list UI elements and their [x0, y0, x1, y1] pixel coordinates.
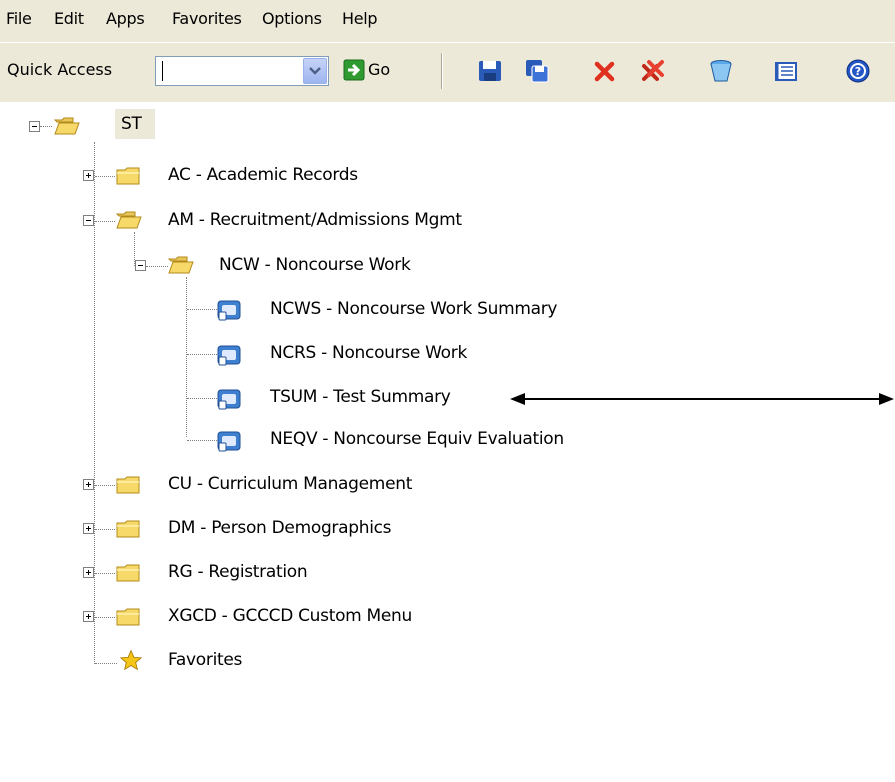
delete-icon[interactable]: [592, 58, 618, 84]
navigation-tree: ST AC - Academic Records AM - Recruitmen…: [0, 102, 895, 782]
tree-node-dm[interactable]: DM - Person Demographics: [168, 518, 392, 538]
clear-icon[interactable]: [708, 58, 734, 84]
chevron-down-icon: [309, 67, 321, 75]
text-caret: [162, 61, 163, 81]
list-view-icon[interactable]: [773, 58, 799, 84]
tree-node-ncw[interactable]: NCW - Noncourse Work: [219, 255, 411, 275]
quick-access-label: Quick Access: [7, 60, 113, 79]
menu-options[interactable]: Options: [262, 9, 322, 28]
save-icon[interactable]: [477, 58, 503, 84]
delete-all-icon[interactable]: [640, 58, 666, 84]
tree-node-am[interactable]: AM - Recruitment/Admissions Mgmt: [168, 210, 462, 230]
toolbar: Quick Access Go ?: [0, 42, 895, 102]
folder-icon: [116, 167, 140, 185]
quick-access-dropdown-button[interactable]: [303, 58, 327, 84]
open-folder-icon: [115, 211, 142, 229]
collapse-toggle[interactable]: [83, 215, 94, 226]
form-icon: [217, 431, 241, 452]
folder-icon: [116, 608, 140, 626]
menu-file[interactable]: File: [6, 9, 32, 28]
collapse-toggle[interactable]: [29, 121, 40, 132]
tree-node-xgcd[interactable]: XGCD - GCCCD Custom Menu: [168, 606, 412, 626]
open-folder-icon: [53, 117, 80, 135]
tree-node-ncws[interactable]: NCWS - Noncourse Work Summary: [270, 299, 557, 319]
go-label: Go: [368, 60, 391, 79]
expand-toggle[interactable]: [83, 523, 94, 534]
form-icon: [217, 345, 241, 366]
expand-toggle[interactable]: [83, 611, 94, 622]
menu-favorites[interactable]: Favorites: [172, 9, 242, 28]
expand-toggle[interactable]: [83, 170, 94, 181]
folder-icon: [116, 476, 140, 494]
form-icon: [217, 300, 241, 321]
open-folder-icon: [167, 256, 194, 274]
quick-access-input[interactable]: [155, 56, 329, 86]
tree-node-cu[interactable]: CU - Curriculum Management: [168, 474, 412, 494]
tree-node-ac[interactable]: AC - Academic Records: [168, 165, 358, 185]
menu-bar: File Edit Apps Favorites Options Help: [0, 0, 895, 42]
star-icon: [119, 649, 143, 671]
folder-icon: [116, 564, 140, 582]
tree-root-label[interactable]: ST: [121, 114, 142, 134]
collapse-toggle[interactable]: [135, 260, 146, 271]
go-arrow-icon: [343, 59, 365, 81]
expand-toggle[interactable]: [83, 479, 94, 490]
save-as-icon[interactable]: [524, 58, 550, 84]
toolbar-separator: [441, 53, 443, 89]
expand-toggle[interactable]: [83, 567, 94, 578]
double-arrow-annotation: [510, 393, 894, 405]
tree-node-rg[interactable]: RG - Registration: [168, 562, 308, 582]
help-icon[interactable]: ?: [845, 58, 871, 84]
tree-node-ncrs[interactable]: NCRS - Noncourse Work: [270, 343, 467, 363]
svg-text:?: ?: [855, 65, 861, 78]
menu-apps[interactable]: Apps: [106, 9, 145, 28]
folder-icon: [116, 520, 140, 538]
tree-node-favorites[interactable]: Favorites: [168, 650, 242, 670]
menu-edit[interactable]: Edit: [54, 9, 84, 28]
menu-help[interactable]: Help: [342, 9, 378, 28]
form-icon: [217, 389, 241, 410]
tree-node-neqv[interactable]: NEQV - Noncourse Equiv Evaluation: [270, 429, 564, 449]
tree-node-tsum[interactable]: TSUM - Test Summary: [270, 387, 451, 407]
